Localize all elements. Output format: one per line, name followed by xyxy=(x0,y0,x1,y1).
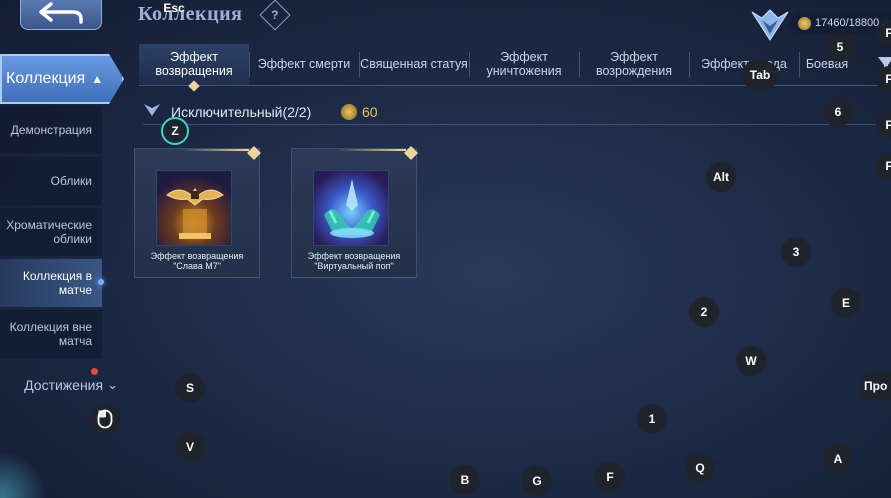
key-z[interactable]: Z xyxy=(161,117,189,145)
tab-sacred-statue[interactable]: Священная статуя xyxy=(359,44,469,85)
page-title: Коллекция xyxy=(138,3,243,25)
notification-dot xyxy=(91,368,98,375)
key-a[interactable]: A xyxy=(823,444,853,474)
key-3[interactable]: 3 xyxy=(781,237,811,267)
key-f-edge-3[interactable]: F xyxy=(876,112,891,138)
caption-line: "Виртуальный поп" xyxy=(314,260,394,271)
tab-label: Священная статуя xyxy=(360,56,468,71)
key-g[interactable]: G xyxy=(522,466,552,496)
key-5[interactable]: 5 xyxy=(825,32,855,62)
section-divider xyxy=(143,124,891,125)
key-tab[interactable]: Tab xyxy=(741,60,779,90)
card-caption: Эффект возвращения "Виртуальный поп" xyxy=(292,251,416,272)
caret-up-icon: ▲ xyxy=(91,72,104,86)
decorative-glow xyxy=(0,440,50,498)
card-caption: Эффект возвращения "Слава M7" xyxy=(135,251,259,272)
effect-card[interactable]: Эффект возвращения "Виртуальный поп" xyxy=(291,146,418,278)
sidebar-item-label: Облики xyxy=(50,173,92,188)
category-tabs: Эффект возвращения Эффект смерти Священн… xyxy=(139,44,891,86)
rarity-icon xyxy=(144,104,160,116)
key-s[interactable]: S xyxy=(175,373,205,403)
key-w[interactable]: W xyxy=(736,346,766,376)
key-q[interactable]: Q xyxy=(685,453,715,483)
key-v[interactable]: V xyxy=(175,432,205,462)
rank-emblem-icon xyxy=(751,9,789,41)
sidebar-achievements[interactable]: Достижения ⌄ xyxy=(0,372,118,398)
back-button[interactable] xyxy=(20,0,102,30)
tab-death-effect[interactable]: Эффект смерти xyxy=(249,44,359,85)
back-arrow-icon xyxy=(39,2,83,24)
tab-elimination-effect[interactable]: Эффект уничтожения xyxy=(469,44,579,85)
diamond-corner-icon xyxy=(404,146,418,160)
sidebar-item-in-match[interactable]: Коллекция в матче xyxy=(0,259,104,307)
sidebar-item-label: Демонстрация xyxy=(10,122,92,137)
coin-icon xyxy=(341,104,357,120)
effect-card[interactable]: Эффект возвращения "Слава M7" xyxy=(134,146,261,278)
sidebar-head-label: Коллекция xyxy=(6,70,86,87)
tab-label: Эффект возрождения xyxy=(595,49,673,78)
help-symbol: ? xyxy=(271,7,279,22)
card-edge xyxy=(179,149,249,151)
key-e[interactable]: E xyxy=(831,288,861,318)
card-edge xyxy=(336,149,406,151)
tab-label: Эффект смерти xyxy=(257,56,351,71)
sidebar-item-out-match[interactable]: Коллекция вне матча xyxy=(0,310,102,358)
key-f-edge-1[interactable]: F xyxy=(876,20,891,46)
key-1[interactable]: 1 xyxy=(637,404,667,434)
key-pro[interactable]: Про xyxy=(859,371,891,401)
sidebar-item-label: Коллекция вне матча xyxy=(9,319,92,348)
tab-respawn-effect[interactable]: Эффект возрождения xyxy=(579,44,689,85)
sidebar-item-label: Хроматические облики xyxy=(6,217,92,246)
section-count: 60 xyxy=(362,104,378,120)
key-f[interactable]: F xyxy=(595,462,625,492)
sidebar-item-demo[interactable]: Демонстрация xyxy=(0,106,102,154)
diamond-corner-icon xyxy=(247,146,261,160)
key-alt[interactable]: Alt xyxy=(706,162,736,192)
tab-label: Эффект уничтожения xyxy=(486,49,562,78)
coin-icon xyxy=(798,16,811,30)
key-f-edge-4[interactable]: F xyxy=(876,153,891,179)
effect-art-virtual-pop xyxy=(313,170,389,246)
effect-art-glory-m7 xyxy=(156,170,232,246)
sidebar-collection-header[interactable]: Коллекция ▲ xyxy=(0,54,124,104)
section-title: Исключительный(2/2) xyxy=(171,104,312,120)
key-b[interactable]: B xyxy=(450,465,480,495)
key-f-edge-2[interactable]: F xyxy=(876,66,891,92)
achievements-label: Достижения xyxy=(24,377,104,393)
tab-recall-effect[interactable]: Эффект возвращения xyxy=(139,44,249,85)
key-2[interactable]: 2 xyxy=(689,297,719,327)
sidebar-item-skins[interactable]: Облики xyxy=(0,157,102,205)
tab-label: Эффект возвращения xyxy=(155,49,233,78)
chevron-down-icon: ⌄ xyxy=(107,377,118,392)
key-6[interactable]: 6 xyxy=(823,97,853,127)
caption-line: "Слава M7" xyxy=(173,260,221,271)
sidebar-item-label: Коллекция в матче xyxy=(22,268,92,297)
currency-value: 17460/18800 xyxy=(815,17,880,29)
sidebar-item-chroma-skins[interactable]: Хроматические облики xyxy=(0,208,102,256)
mouse-icon[interactable] xyxy=(90,404,120,434)
help-icon[interactable]: ? xyxy=(259,0,291,31)
key-esc[interactable]: Esc xyxy=(158,0,190,16)
